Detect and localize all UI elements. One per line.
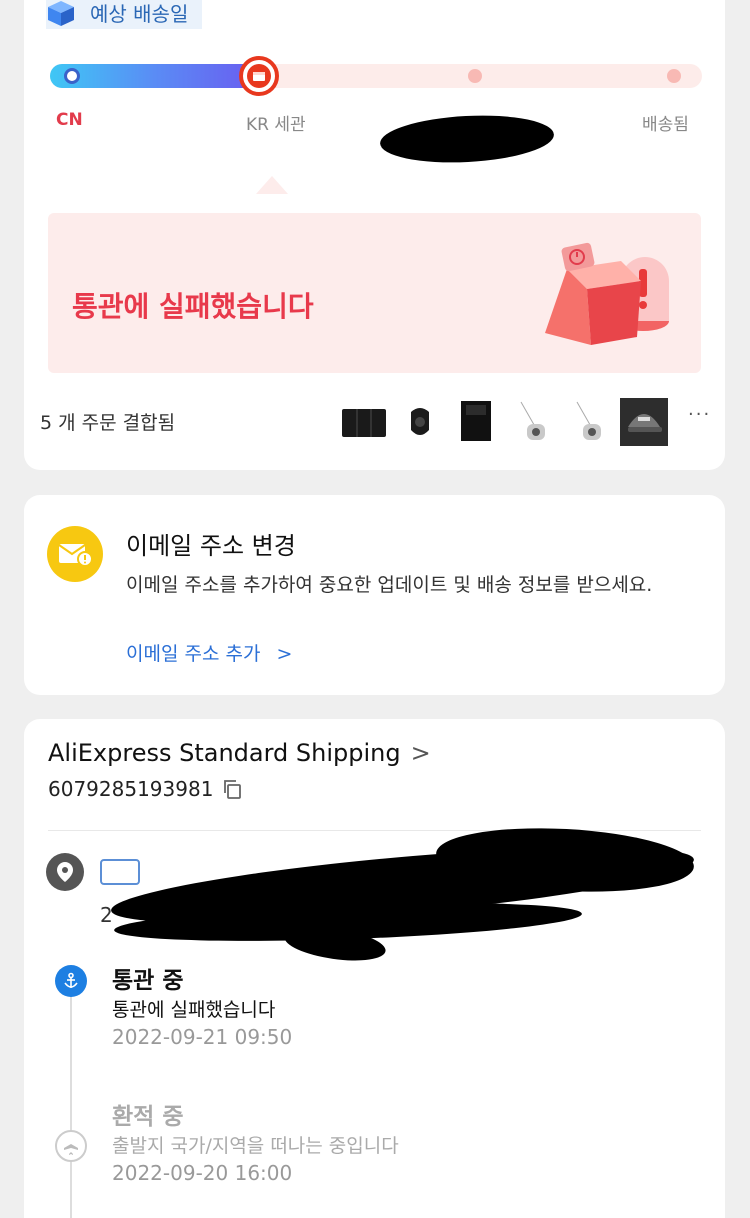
status-banner: 통관에 실패했습니다 <box>48 213 701 373</box>
location-pin-icon <box>46 853 84 891</box>
shipping-detail-card: AliExpress Standard Shipping > 6079285193… <box>24 719 725 1218</box>
product-thumbnail[interactable] <box>620 398 668 446</box>
order-thumbnails[interactable] <box>340 398 668 446</box>
status-message: 통관에 실패했습니다 <box>72 290 314 323</box>
redaction-mark <box>378 111 556 167</box>
address-tag <box>100 859 140 885</box>
anchor-icon <box>55 965 87 997</box>
stage-label-delivered: 배송됨 <box>642 115 689 135</box>
divider <box>48 830 701 831</box>
product-thumbnail[interactable] <box>396 398 444 446</box>
stage-marker-4 <box>667 69 681 83</box>
event-title: 통관 중 <box>112 968 184 994</box>
email-prompt-title: 이메일 주소 변경 <box>126 532 296 560</box>
email-prompt-description: 이메일 주소를 추가하여 중요한 업데이트 및 배송 정보를 받으세요. <box>126 574 653 596</box>
eta-label: 예상 배송일 <box>90 2 189 26</box>
status-pointer <box>256 176 288 194</box>
event-time: 2022-09-20 16:00 <box>112 1161 293 1185</box>
event-description: 통관에 실패했습니다 <box>112 999 276 1021</box>
event-description: 출발지 국가/지역을 떠나는 중입니다 <box>112 1135 399 1157</box>
package-icon <box>246 64 271 88</box>
tracking-number: 6079285193981 <box>48 777 214 801</box>
product-thumbnail[interactable] <box>564 398 612 446</box>
chevron-right-icon: > <box>276 643 293 665</box>
event-title: 환적 중 <box>112 1104 184 1130</box>
stage-marker-3 <box>468 69 482 83</box>
plane-icon <box>55 1130 87 1162</box>
delivery-status-card: 예상 배송일 CN KR 세관 배송됨 통관에 실패했습니다 5 개 주문 결합… <box>24 0 725 470</box>
event-time: 2022-09-21 09:50 <box>112 1025 293 1049</box>
email-prompt-card: 이메일 주소 변경 이메일 주소를 추가하여 중요한 업데이트 및 배송 정보를… <box>24 495 725 695</box>
failed-package-illustration <box>545 242 669 345</box>
mail-icon <box>47 526 103 582</box>
carrier-name: AliExpress Standard Shipping <box>48 739 401 767</box>
combined-orders-label: 5 개 주문 결합됨 <box>40 412 176 434</box>
address-text: 2 <box>100 903 113 927</box>
product-thumbnail[interactable] <box>452 398 500 446</box>
add-email-link-label: 이메일 주소 추가 <box>126 643 261 665</box>
product-thumbnail[interactable] <box>508 398 556 446</box>
current-stage-marker <box>238 56 279 96</box>
origin-marker <box>64 68 80 84</box>
chevron-right-icon: > <box>410 739 431 767</box>
add-email-link[interactable]: 이메일 주소 추가 > <box>126 639 292 666</box>
timeline-line <box>70 979 72 1218</box>
more-items-icon[interactable]: ··· <box>688 404 711 425</box>
copy-icon[interactable] <box>221 778 243 800</box>
product-thumbnail[interactable] <box>340 398 388 446</box>
stage-label-cn: CN <box>56 110 83 130</box>
package-icon <box>48 0 74 26</box>
delivery-progress-bar <box>50 56 702 96</box>
stage-label-kr-customs: KR 세관 <box>246 115 306 135</box>
progress-fill <box>50 64 259 88</box>
tracking-number-row: 6079285193981 <box>48 777 243 801</box>
eta-row: 예상 배송일 <box>46 0 203 29</box>
shipping-carrier-link[interactable]: AliExpress Standard Shipping > <box>48 739 431 767</box>
